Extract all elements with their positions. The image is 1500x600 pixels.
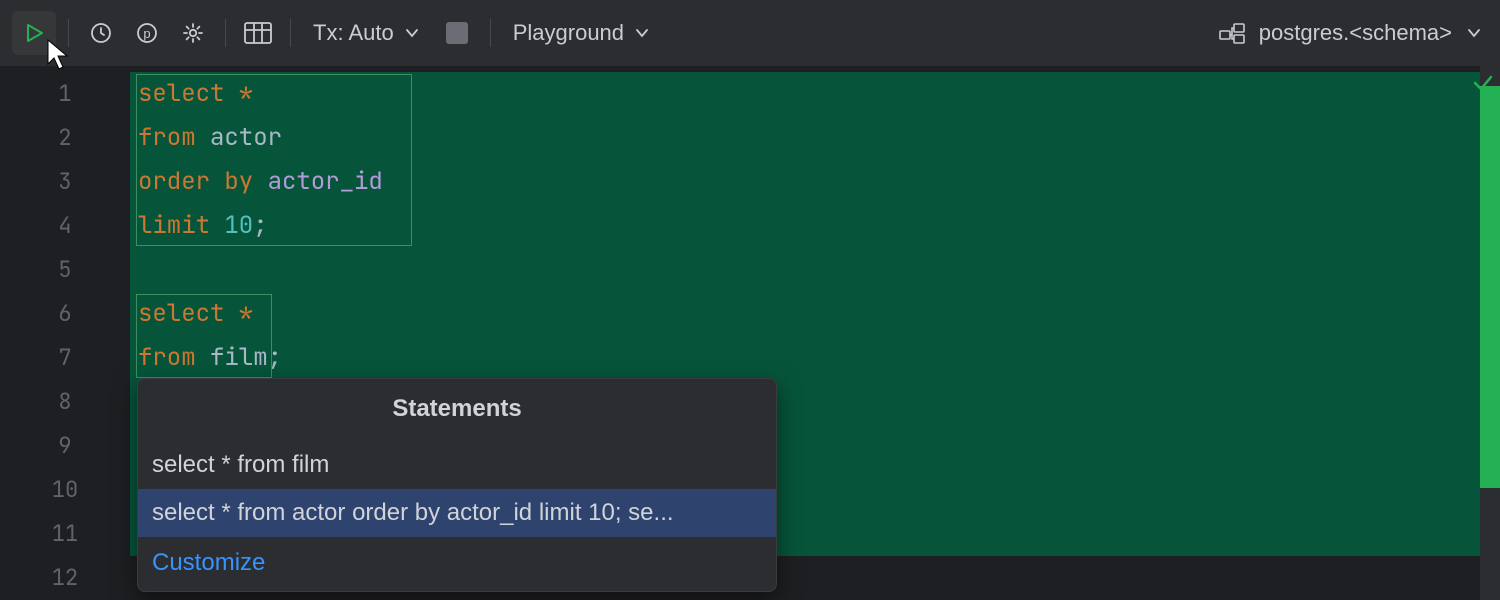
statements-popup: Statements select * from film select * f… xyxy=(137,378,777,592)
chevron-down-icon xyxy=(404,25,420,41)
overview-ruler xyxy=(1480,66,1500,600)
selection-highlight xyxy=(780,72,1480,556)
chevron-down-icon xyxy=(634,25,650,41)
p-icon: p xyxy=(135,21,159,45)
tx-mode-dropdown[interactable]: Tx: Auto xyxy=(303,20,430,46)
explain-plan-button[interactable]: p xyxy=(127,13,167,53)
code-line: select * xyxy=(130,292,253,336)
line-number: 9 xyxy=(0,424,130,468)
toolbar: p Tx: Auto Playground postgres.<schema> xyxy=(0,0,1500,66)
line-number: 11 xyxy=(0,512,130,556)
connection-dropdown[interactable]: postgres.<schema> xyxy=(1219,20,1488,46)
separator xyxy=(490,19,491,47)
gutter: 1 2 3 4 5 6 7 8 9 10 11 12 xyxy=(0,66,130,600)
chevron-down-icon xyxy=(1466,25,1482,41)
ruler-marker xyxy=(1480,86,1500,488)
run-button[interactable] xyxy=(12,11,56,55)
popup-customize-link[interactable]: Customize xyxy=(138,537,776,591)
code-line: limit 10; xyxy=(130,204,268,248)
code-line: from film; xyxy=(130,336,282,380)
clock-icon xyxy=(89,21,113,45)
gear-icon xyxy=(181,21,205,45)
line-number: 8 xyxy=(0,380,130,424)
session-label: Playground xyxy=(513,20,624,46)
separator xyxy=(225,19,226,47)
separator xyxy=(68,19,69,47)
datasource-icon xyxy=(1219,22,1245,44)
line-number: 6 xyxy=(0,292,130,336)
code-line: order by actor_id xyxy=(130,160,383,204)
code-line: from actor xyxy=(130,116,282,160)
line-number: 2 xyxy=(0,116,130,160)
connection-label: postgres.<schema> xyxy=(1259,20,1452,46)
check-icon xyxy=(1472,72,1494,100)
line-number: 10 xyxy=(0,468,130,512)
line-number: 12 xyxy=(0,556,130,600)
line-number: 4 xyxy=(0,204,130,248)
session-dropdown[interactable]: Playground xyxy=(503,20,660,46)
tx-mode-label: Tx: Auto xyxy=(313,20,394,46)
line-number: 1 xyxy=(0,72,130,116)
table-icon xyxy=(244,22,272,44)
popup-item[interactable]: select * from actor order by actor_id li… xyxy=(138,489,776,537)
history-button[interactable] xyxy=(81,13,121,53)
line-number: 3 xyxy=(0,160,130,204)
line-number: 5 xyxy=(0,248,130,292)
svg-text:p: p xyxy=(143,26,150,41)
separator xyxy=(290,19,291,47)
settings-button[interactable] xyxy=(173,13,213,53)
popup-item[interactable]: select * from film xyxy=(138,441,776,489)
line-number: 7 xyxy=(0,336,130,380)
stop-button[interactable] xyxy=(446,22,468,44)
play-icon xyxy=(22,21,46,45)
popup-title: Statements xyxy=(138,379,776,441)
code-line: select * xyxy=(130,72,253,116)
result-view-button[interactable] xyxy=(238,13,278,53)
